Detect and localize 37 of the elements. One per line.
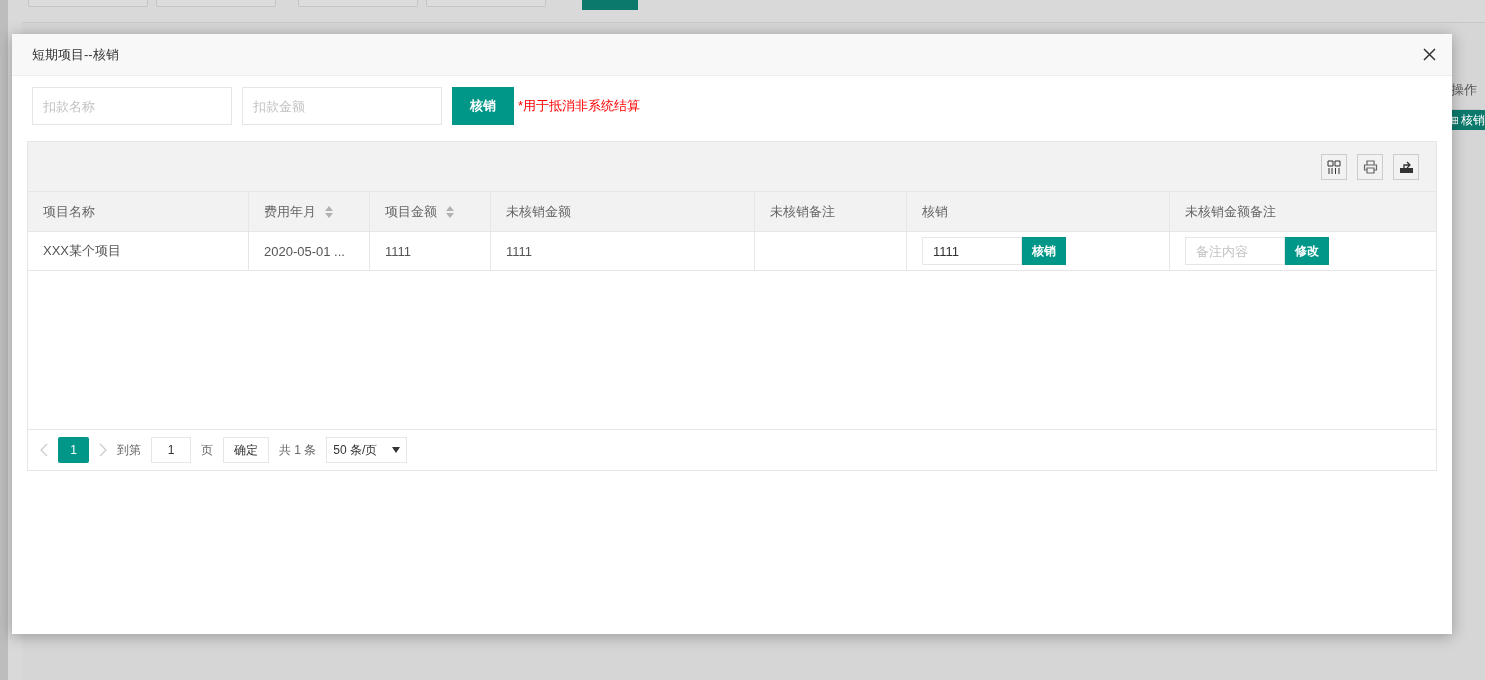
total-count: 共 1 条 bbox=[279, 441, 317, 459]
column-header: 核销 bbox=[922, 202, 948, 221]
page-button[interactable]: 1 bbox=[58, 437, 89, 463]
goto-label: 到第 bbox=[117, 441, 141, 459]
columns-icon[interactable] bbox=[1321, 153, 1347, 180]
column-header: 项目金额 bbox=[385, 202, 437, 221]
page-size-select[interactable]: 50 条/页 bbox=[326, 437, 408, 463]
table-cell: 1111 bbox=[385, 243, 412, 259]
dialog-title: 短期项目--核销 bbox=[32, 45, 119, 64]
verify-button[interactable]: 核销 bbox=[1022, 237, 1066, 265]
column-header: 未核销备注 bbox=[770, 202, 835, 221]
input-field[interactable]: 扣款名称 bbox=[32, 87, 232, 125]
hint-text: *用于抵消非系统结算 bbox=[518, 97, 641, 115]
chevron-left-icon[interactable] bbox=[40, 443, 48, 457]
table-cell: 2020-05-01 ... bbox=[264, 243, 345, 259]
verify-button[interactable]: 核销 bbox=[452, 87, 514, 125]
confirm-button[interactable]: 确定 bbox=[223, 437, 269, 463]
column-header: 未核销金额 bbox=[506, 202, 571, 221]
export-icon[interactable] bbox=[1393, 153, 1419, 180]
column-header: 费用年月 bbox=[264, 202, 316, 221]
page-field[interactable]: 1 bbox=[151, 437, 191, 463]
sort-icon[interactable] bbox=[445, 204, 455, 219]
table-cell: 1111 bbox=[506, 243, 533, 259]
close-icon[interactable] bbox=[1423, 48, 1436, 61]
page-label: 页 bbox=[201, 441, 213, 459]
note-field[interactable]: 备注内容 bbox=[1185, 237, 1285, 265]
input-field[interactable]: 扣款金额 bbox=[242, 87, 442, 125]
table-cell: XXX某个项目 bbox=[43, 242, 121, 260]
chevron-right-icon[interactable] bbox=[99, 443, 107, 457]
amount-field[interactable]: 1111 bbox=[922, 237, 1022, 265]
print-icon[interactable] bbox=[1357, 153, 1383, 180]
column-header: 操作 bbox=[1451, 80, 1477, 99]
edit-button[interactable]: 修改 bbox=[1285, 237, 1329, 265]
sort-icon[interactable] bbox=[324, 204, 334, 219]
column-header: 项目名称 bbox=[43, 202, 95, 221]
column-header: 未核销金额备注 bbox=[1185, 202, 1276, 221]
caret-icon bbox=[392, 447, 401, 453]
